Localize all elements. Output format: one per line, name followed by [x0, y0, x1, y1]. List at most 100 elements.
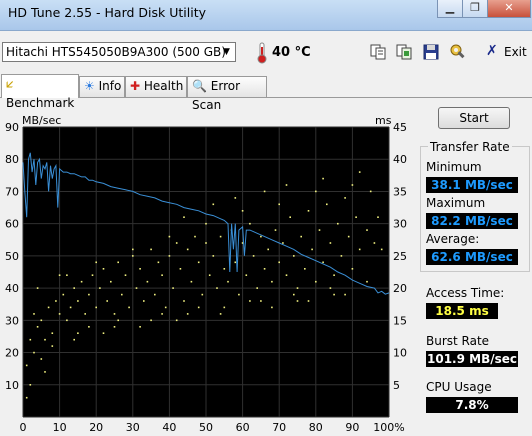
access-time-point: [146, 280, 149, 283]
access-time-point: [157, 261, 160, 264]
y-right-tick-label: 35: [393, 185, 407, 198]
access-time-point: [58, 274, 61, 276]
tab-benchmark[interactable]: 🡯 Benchmark: [1, 74, 79, 110]
access-time-point: [245, 274, 248, 276]
access-time-point: [84, 313, 86, 315]
access-time-point: [227, 280, 229, 283]
maximum-value: 82.2 MB/sec: [426, 213, 518, 229]
access-time-point: [58, 313, 61, 315]
y-left-tick-label: 10: [5, 379, 19, 392]
tab-label: Info: [98, 79, 122, 93]
tab-info[interactable]: ☀ Info: [79, 76, 125, 97]
access-time-point: [223, 268, 226, 270]
x-tick-label: 90: [345, 421, 359, 434]
maximum-label: Maximum: [426, 196, 486, 210]
access-time-point: [208, 274, 211, 276]
y-axis-right-ticks: 5 10 15 20 25 30 35 40 45: [393, 121, 407, 392]
tab-label: Benchmark: [6, 96, 75, 110]
y-left-tick-label: 60: [5, 218, 19, 231]
access-time-point: [77, 332, 79, 334]
tab-label: Health: [143, 79, 184, 93]
access-time-point: [33, 313, 35, 315]
access-time-point: [55, 300, 57, 302]
y-right-tick-label: 20: [393, 282, 407, 295]
y-axis-right-label: ms: [375, 114, 392, 127]
copy-image-icon[interactable]: [395, 43, 413, 61]
y-right-tick-label: 5: [393, 379, 400, 392]
restore-button[interactable]: ❐: [462, 0, 488, 18]
average-label: Average:: [426, 232, 480, 246]
access-time-point: [329, 287, 332, 289]
tab-error-scan[interactable]: 🔍 Error Scan: [187, 76, 267, 112]
access-time-point: [278, 203, 280, 206]
drive-select[interactable]: Hitachi HTS545050B9A300 (500 GB) ▼: [2, 42, 236, 62]
access-time-point: [293, 293, 295, 296]
y-right-tick-label: 30: [393, 218, 407, 231]
y-left-tick-label: 80: [5, 153, 19, 166]
error-scan-icon: 🔍: [192, 79, 207, 93]
burst-rate-value: 101.9 MB/sec: [426, 351, 518, 367]
start-button[interactable]: Start: [438, 107, 510, 129]
access-time-point: [307, 210, 310, 212]
access-time-point: [150, 248, 152, 251]
access-time-point: [77, 300, 79, 302]
access-time-point: [263, 268, 266, 270]
access-time-point: [278, 261, 280, 264]
access-time-point: [249, 222, 251, 225]
minimum-value: 38.1 MB/sec: [426, 177, 518, 193]
access-time-point: [311, 248, 313, 251]
copy-icon[interactable]: [369, 43, 387, 61]
access-time-point: [267, 248, 269, 251]
save-icon[interactable]: [422, 43, 440, 61]
access-time-point: [102, 268, 105, 270]
access-time-point: [95, 261, 97, 264]
close-button[interactable]: ✕: [487, 0, 531, 18]
access-time-point: [252, 255, 255, 257]
access-time-point: [369, 190, 372, 193]
access-time-point: [201, 293, 204, 296]
access-time-point: [205, 222, 207, 225]
access-time-point: [132, 255, 134, 257]
access-time-point: [271, 306, 273, 309]
access-time-point: [117, 319, 119, 322]
access-time-label: Access Time:: [426, 286, 505, 300]
options-icon[interactable]: [449, 43, 467, 61]
access-time-point: [183, 300, 185, 302]
access-time-point: [88, 326, 90, 328]
access-time-point: [88, 293, 90, 296]
access-time-point: [95, 306, 97, 309]
access-time-point: [161, 313, 163, 315]
access-time-point: [73, 338, 75, 341]
tab-health[interactable]: ✚ Health: [125, 76, 187, 97]
access-time-point: [289, 216, 291, 218]
access-time-point: [358, 248, 361, 251]
x-tick-label: 70: [272, 421, 286, 434]
chevron-down-icon[interactable]: ▼: [218, 43, 235, 61]
access-time-point: [256, 287, 258, 289]
access-time-point: [212, 255, 215, 257]
access-time-point: [197, 261, 200, 264]
access-time-point: [340, 255, 343, 257]
access-time-point: [128, 306, 130, 309]
y-left-tick-label: 70: [5, 185, 19, 198]
exit-button[interactable]: Exit: [504, 45, 527, 59]
access-time-point: [33, 351, 35, 354]
access-time-point: [44, 338, 46, 341]
access-time-point: [73, 287, 75, 289]
transfer-rate-title: Transfer Rate: [428, 140, 512, 154]
access-time-point: [315, 190, 317, 193]
minimize-button[interactable]: ▁: [437, 0, 463, 18]
info-icon: ☀: [84, 79, 95, 93]
access-time-point: [51, 345, 54, 347]
exit-icon[interactable]: ✗: [486, 43, 498, 59]
y-axis-left-label: MB/sec: [22, 114, 61, 127]
x-axis-ticks: 0 10 20 30 40 50 60 70 80 90 100%: [20, 421, 405, 434]
access-time-point: [351, 184, 354, 186]
access-time-point: [351, 268, 354, 270]
access-time-point: [333, 293, 335, 296]
access-time-point: [219, 313, 222, 315]
access-time-point: [62, 293, 65, 296]
access-time-point: [377, 216, 379, 218]
access-time-point: [260, 235, 262, 238]
access-time-point: [197, 306, 200, 309]
